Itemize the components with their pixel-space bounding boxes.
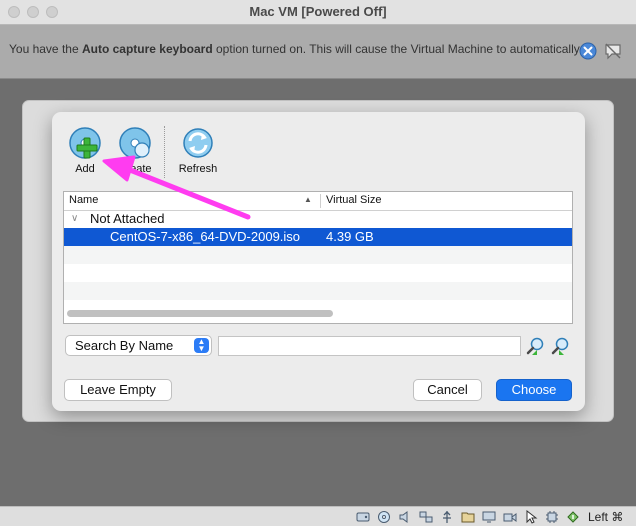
- tree-item-row[interactable]: CentOS-7-x86_64-DVD-2009.iso 4.39 GB: [64, 228, 572, 246]
- search-next-icon: [551, 337, 569, 355]
- host-key-label: Left ⌘: [588, 510, 624, 524]
- audio-icon[interactable]: [398, 510, 412, 524]
- message-off-icon: [605, 43, 621, 60]
- search-next-button[interactable]: [550, 336, 571, 357]
- display-icon[interactable]: [482, 510, 496, 524]
- cpu-icon[interactable]: [545, 510, 559, 524]
- optical-drive-icon[interactable]: [377, 510, 391, 524]
- search-previous-button[interactable]: [525, 336, 546, 357]
- mouse-integration-icon[interactable]: [524, 510, 538, 524]
- refresh-label: Refresh: [178, 163, 218, 175]
- column-header-name[interactable]: Name: [69, 194, 98, 206]
- column-header-size[interactable]: Virtual Size: [326, 194, 381, 206]
- refresh-icon: [183, 128, 213, 158]
- empty-row: [64, 246, 572, 264]
- vm-window: Mac VM [Powered Off] You have the Auto c…: [0, 0, 636, 526]
- refresh-button[interactable]: Refresh: [177, 126, 219, 175]
- group-label: Not Attached: [90, 211, 165, 226]
- usb-icon[interactable]: [440, 510, 454, 524]
- empty-row: [64, 282, 572, 300]
- column-divider[interactable]: [320, 194, 321, 208]
- item-name: CentOS-7-x86_64-DVD-2009.iso: [110, 229, 301, 244]
- leave-empty-button[interactable]: Leave Empty: [64, 379, 172, 401]
- create-label: Create: [118, 163, 152, 175]
- search-previous-icon: [526, 337, 544, 355]
- tree-group-row[interactable]: ∨ Not Attached: [64, 210, 572, 228]
- item-size: 4.39 GB: [326, 229, 374, 244]
- add-button[interactable]: Add: [66, 126, 104, 175]
- medium-selector-dialog: Add Create Refresh Name ▲ Virtual Size ∨…: [52, 112, 585, 411]
- notification-banner: You have the Auto capture keyboard optio…: [0, 25, 636, 79]
- title-bar: Mac VM [Powered Off]: [0, 0, 636, 25]
- toolbar-separator: [164, 126, 165, 178]
- window-title: Mac VM [Powered Off]: [249, 4, 387, 19]
- create-button[interactable]: Create: [113, 126, 157, 175]
- search-mode-select[interactable]: Search By Name ▲ ▼: [65, 335, 212, 356]
- video-capture-icon[interactable]: [503, 510, 517, 524]
- sort-ascending-icon: ▲: [304, 195, 312, 204]
- choose-button[interactable]: Choose: [496, 379, 572, 401]
- hard-disk-icon[interactable]: [356, 510, 370, 524]
- chevron-down-icon[interactable]: ∨: [71, 210, 78, 228]
- status-bar: Left ⌘: [0, 506, 636, 526]
- keyboard-capture-icon[interactable]: [566, 510, 580, 524]
- medium-tree[interactable]: Name ▲ Virtual Size ∨ Not Attached CentO…: [63, 191, 573, 324]
- banner-message: You have the Auto capture keyboard optio…: [9, 42, 580, 56]
- add-disk-icon: [69, 127, 101, 159]
- search-mode-value: Search By Name: [75, 338, 174, 353]
- banner-suppress-button[interactable]: [603, 41, 623, 61]
- create-disk-icon: [119, 127, 151, 159]
- empty-row: [64, 264, 572, 282]
- search-input[interactable]: [218, 336, 521, 356]
- close-icon: [579, 42, 597, 60]
- cancel-button[interactable]: Cancel: [413, 379, 482, 401]
- tree-header: Name ▲ Virtual Size: [64, 192, 572, 211]
- banner-dismiss-button[interactable]: [578, 41, 598, 61]
- network-icon[interactable]: [419, 510, 433, 524]
- horizontal-scrollbar[interactable]: [67, 310, 333, 317]
- add-label: Add: [75, 163, 95, 175]
- updown-chevron-icon: ▲ ▼: [194, 338, 209, 353]
- shared-folders-icon[interactable]: [461, 510, 475, 524]
